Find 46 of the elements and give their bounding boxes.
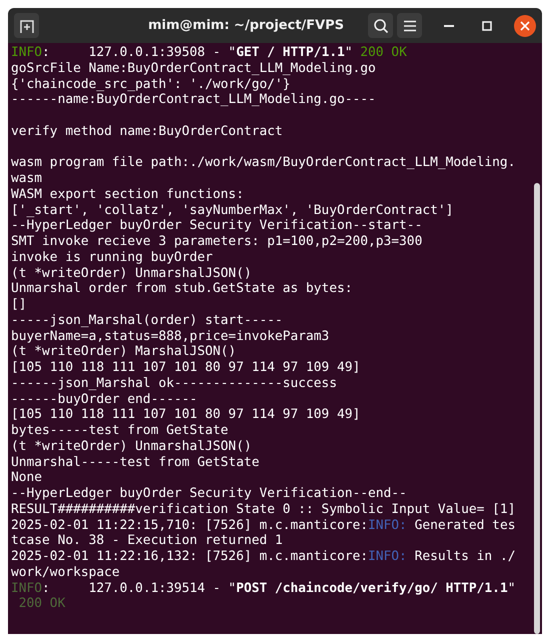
terminal-line: 2025-02-01 11:22:16,132: [7526] m.c.manticore:INFO: Results in ./ [11, 549, 516, 565]
terminal-line: -----json_Marshal(order) start----- [11, 312, 284, 328]
terminal-line: ['_start', 'collatz', 'sayNumberMax', 'BuyOrderContract'] [11, 202, 454, 218]
terminal-line: goSrcFile Name:BuyOrderContract_LLM_Modeling.go [11, 60, 377, 76]
terminal-line: tcase No. 38 - Execution returned 1 [11, 533, 284, 549]
new-tab-icon [18, 18, 34, 34]
terminal-line: --HyperLedger buyOrder Security Verification--start-- [11, 218, 424, 234]
terminal-line: SMT invoke recieve 3 parameters: p1=100,p2=200,p3=300 [11, 234, 424, 250]
search-icon [372, 18, 388, 34]
terminal-line: [105 110 118 111 107 101 80 97 114 97 109 49] [11, 360, 362, 376]
terminal-line: ------name:BuyOrderContract_LLM_Modeling.go---- [11, 92, 377, 108]
terminal-line: WASM export section functions: [11, 186, 245, 202]
terminal-line: 2025-02-01 11:22:15,710: [7526] m.c.manticore:INFO: Generated tes [11, 518, 516, 534]
terminal-line: ------buyOrder end------ [11, 392, 198, 408]
terminal-line: verify method name:BuyOrderContract [11, 124, 284, 140]
terminal-line: buyerName=a,status=888,price=invokeParam3 [11, 328, 330, 344]
scrollbar-thumb[interactable] [534, 183, 540, 634]
minimize-icon [444, 24, 454, 26]
terminal-line: bytes-----test from GetState [11, 423, 230, 439]
menu-icon [402, 20, 416, 32]
terminal-line: Unmarshal-----test from GetState [11, 454, 260, 470]
terminal-line: wasm [11, 171, 44, 187]
terminal-line: Unmarshal order from stub.GetState as bytes: [11, 281, 354, 297]
terminal-line: wasm program file path:./work/wasm/BuyOrderContract_LLM_Modeling. [11, 155, 516, 171]
menu-button[interactable] [397, 13, 422, 38]
close-button[interactable] [514, 14, 536, 36]
window-title: mim@mim: ~/project/FVPS [148, 18, 344, 33]
terminal-line: [] [11, 297, 28, 313]
terminal-line: invoke is running buyOrder [11, 250, 214, 266]
maximize-icon [482, 20, 492, 30]
terminal-line: {'chaincode_src_path': './work/go/'} [11, 76, 292, 92]
search-button[interactable] [368, 13, 393, 38]
terminal-line: INFO: 127.0.0.1:39508 - "GET / HTTP/1.1" 200 OK [11, 45, 408, 61]
terminal-line: INFO: 127.0.0.1:39514 - "POST /chaincode/verify/go/ HTTP/1.1" [11, 580, 516, 596]
terminal-line: 200 OK [18, 596, 66, 612]
terminal-line: (t *writeOrder) MarshalJSON() [11, 344, 238, 360]
terminal-line: None [11, 470, 44, 486]
terminal-line: work/workspace [11, 564, 121, 580]
terminal-line: (t *writeOrder) UnmarshalJSON() [11, 266, 253, 282]
terminal-line: [105 110 118 111 107 101 80 97 114 97 109 49] [11, 407, 362, 423]
new-tab-button[interactable] [14, 13, 39, 38]
terminal-line: --HyperLedger buyOrder Security Verification--end-- [11, 486, 408, 502]
terminal-line: RESULT##########verification State 0 :: Symbolic Input Value= [1] [11, 502, 516, 518]
terminal-line: (t *writeOrder) UnmarshalJSON() [11, 438, 253, 454]
terminal-line: ------json_Marshal ok--------------success [11, 376, 338, 392]
close-icon [520, 20, 530, 30]
